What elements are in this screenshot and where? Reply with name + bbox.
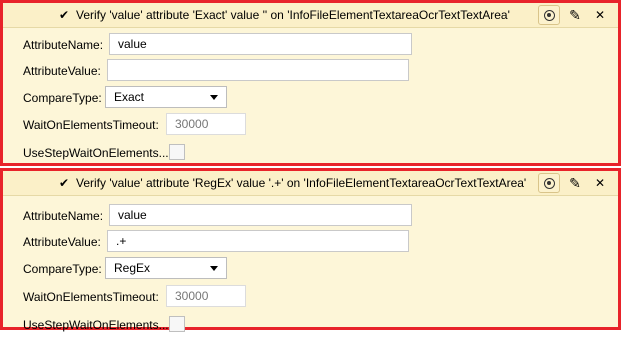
chevron-down-icon: [210, 95, 218, 100]
attribute-value-row: AttributeValue:: [3, 59, 618, 83]
close-icon: ✕: [594, 8, 606, 22]
compare-type-select[interactable]: Exact: [105, 86, 227, 108]
step-title: Verify 'value' attribute 'Exact' value '…: [76, 8, 510, 22]
wait-timeout-label: WaitOnElementsTimeout:: [23, 290, 159, 304]
wait-timeout-row: WaitOnElementsTimeout: 30000: [3, 113, 618, 137]
check-icon: ✔: [59, 176, 70, 190]
info-button[interactable]: [538, 173, 560, 193]
info-button[interactable]: [538, 5, 560, 25]
attribute-value-input[interactable]: .+: [107, 230, 409, 252]
close-button[interactable]: ✕: [589, 173, 611, 193]
wait-timeout-row: WaitOnElementsTimeout: 30000: [3, 285, 618, 309]
use-step-wait-row: UseStepWaitOnElements...: [3, 313, 618, 337]
info-icon: [543, 177, 555, 189]
close-button[interactable]: ✕: [589, 5, 611, 25]
wait-timeout-label: WaitOnElementsTimeout:: [23, 118, 159, 132]
use-step-wait-row: UseStepWaitOnElements...: [3, 141, 618, 165]
use-step-wait-checkbox[interactable]: [169, 144, 185, 160]
info-icon: [543, 9, 555, 21]
attribute-value-input[interactable]: [107, 59, 409, 81]
compare-type-select[interactable]: RegEx: [105, 257, 227, 279]
attribute-name-row: AttributeName: value: [3, 204, 618, 228]
check-icon: ✔: [59, 8, 70, 22]
attribute-name-input[interactable]: value: [109, 33, 412, 55]
edit-button[interactable]: ✎: [564, 173, 586, 193]
compare-type-label: CompareType:: [23, 262, 102, 276]
step-panel-1: ✔ Verify 'value' attribute 'Exact' value…: [0, 0, 621, 166]
compare-type-value: RegEx: [114, 261, 151, 275]
attribute-name-label: AttributeName:: [23, 38, 104, 52]
attribute-value-label: AttributeValue:: [23, 235, 101, 249]
use-step-wait-label: UseStepWaitOnElements...: [23, 146, 169, 160]
compare-type-value: Exact: [114, 90, 145, 104]
wait-timeout-input[interactable]: 30000: [166, 113, 246, 135]
attribute-value-label: AttributeValue:: [23, 64, 101, 78]
attribute-name-label: AttributeName:: [23, 209, 104, 223]
close-icon: ✕: [594, 176, 606, 190]
chevron-down-icon: [210, 266, 218, 271]
attribute-name-row: AttributeName: value: [3, 33, 618, 57]
compare-type-row: CompareType: RegEx: [3, 257, 618, 281]
step-title: Verify 'value' attribute 'RegEx' value '…: [76, 176, 527, 190]
step-panel-2: ✔ Verify 'value' attribute 'RegEx' value…: [0, 168, 621, 332]
attribute-name-input[interactable]: value: [109, 204, 412, 226]
compare-type-label: CompareType:: [23, 91, 102, 105]
compare-type-row: CompareType: Exact: [3, 86, 618, 110]
edit-button[interactable]: ✎: [564, 5, 586, 25]
attribute-value-row: AttributeValue: .+: [3, 230, 618, 254]
step-header[interactable]: ✔ Verify 'value' attribute 'RegEx' value…: [3, 171, 618, 196]
pencil-icon: ✎: [569, 174, 581, 191]
pencil-icon: ✎: [569, 6, 581, 23]
wait-timeout-input[interactable]: 30000: [166, 285, 246, 307]
step-header[interactable]: ✔ Verify 'value' attribute 'Exact' value…: [3, 3, 618, 28]
